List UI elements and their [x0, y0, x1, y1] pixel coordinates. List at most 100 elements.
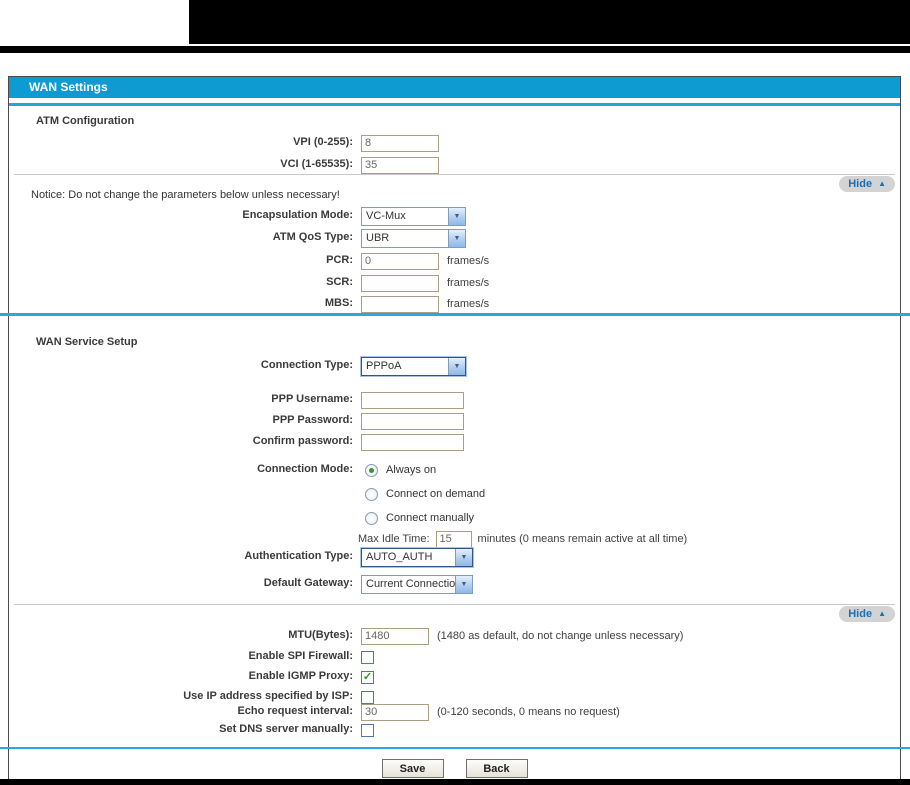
- connection-mode-row: Connection Mode: Always on: [9, 460, 900, 480]
- chevron-down-icon: ▼: [448, 229, 465, 247]
- scr-input[interactable]: [361, 274, 439, 292]
- vpi-label: VPI (0-255):: [293, 136, 353, 148]
- scr-row: SCR: frames/s: [9, 273, 900, 293]
- qos-row: ATM QoS Type: UBR ▼: [9, 228, 900, 248]
- connect-on-demand-radio[interactable]: [365, 487, 378, 501]
- always-on-label: Always on: [386, 464, 437, 476]
- page-title: WAN Settings: [9, 77, 900, 98]
- wan-settings-page: WAN Settings ATM Configuration VPI (0-25…: [0, 0, 910, 785]
- settings-panel: WAN Settings ATM Configuration VPI (0-25…: [8, 76, 901, 781]
- max-idle-hint: minutes (0 means remain active at all ti…: [477, 533, 688, 545]
- echo-interval-label: Echo request interval:: [237, 705, 353, 717]
- echo-interval-row: Echo request interval: (0-120 seconds, 0…: [9, 702, 900, 722]
- mbs-row: MBS: frames/s: [9, 294, 900, 314]
- connection-type-select[interactable]: PPPoA ▼: [360, 355, 467, 377]
- authentication-label: Authentication Type:: [244, 550, 353, 562]
- connect-manually-radio[interactable]: [365, 511, 378, 525]
- dns-manual-checkbox[interactable]: [361, 723, 374, 737]
- confirm-password-input[interactable]: [361, 433, 464, 451]
- hide-atm-button[interactable]: Hide ▲: [839, 176, 895, 192]
- max-idle-row: Max Idle Time: minutes (0 means remain a…: [9, 529, 900, 549]
- scr-unit: frames/s: [447, 277, 490, 289]
- back-button[interactable]: Back: [465, 759, 528, 778]
- hide-advanced-button[interactable]: Hide ▲: [839, 606, 895, 622]
- encapsulation-label: Encapsulation Mode:: [242, 209, 353, 221]
- spi-firewall-label: Enable SPI Firewall:: [248, 650, 353, 662]
- connect-on-demand-label: Connect on demand: [386, 488, 486, 500]
- scr-label: SCR:: [326, 276, 353, 288]
- bottom-bar: [0, 779, 910, 785]
- ppp-username-input[interactable]: [361, 391, 464, 409]
- ppp-password-input[interactable]: [361, 412, 464, 430]
- mtu-input[interactable]: [361, 627, 429, 645]
- mbs-unit: frames/s: [447, 298, 490, 310]
- pcr-label: PCR:: [326, 254, 353, 266]
- qos-label: ATM QoS Type:: [272, 231, 353, 243]
- confirm-password-row: Confirm password:: [9, 432, 900, 452]
- dns-manual-row: Set DNS server manually:: [9, 720, 900, 740]
- dns-manual-label: Set DNS server manually:: [219, 723, 353, 735]
- default-gateway-row: Default Gateway: Current Connection ▼: [9, 574, 900, 594]
- chevron-down-icon: ▼: [448, 207, 465, 225]
- isp-ip-label: Use IP address specified by ISP:: [183, 690, 353, 702]
- pcr-unit: frames/s: [447, 255, 490, 267]
- confirm-password-label: Confirm password:: [252, 435, 353, 447]
- connection-type-label: Connection Type:: [260, 359, 353, 371]
- ppp-username-label: PPP Username:: [271, 393, 353, 405]
- pcr-row: PCR: frames/s: [9, 251, 900, 271]
- igmp-proxy-checkbox[interactable]: [361, 670, 374, 684]
- action-buttons: Save Back: [9, 759, 900, 778]
- vpi-row: VPI (0-255):: [9, 133, 900, 153]
- default-gateway-select[interactable]: Current Connection ▼: [361, 574, 473, 594]
- ppp-username-row: PPP Username:: [9, 390, 900, 410]
- connect-manually-row: Connect manually: [9, 508, 900, 528]
- chevron-down-icon: ▼: [448, 357, 465, 375]
- authentication-row: Authentication Type: AUTO_AUTH ▼: [9, 546, 900, 568]
- encapsulation-select[interactable]: VC-Mux ▼: [361, 206, 466, 226]
- section-divider-line: [0, 313, 910, 316]
- title-underline: [9, 103, 900, 106]
- connect-on-demand-row: Connect on demand: [9, 484, 900, 504]
- banner-underline: [0, 46, 910, 53]
- encapsulation-row: Encapsulation Mode: VC-Mux ▼: [9, 206, 900, 226]
- always-on-radio[interactable]: [365, 463, 378, 477]
- mbs-label: MBS:: [324, 297, 353, 309]
- igmp-proxy-label: Enable IGMP Proxy:: [248, 670, 353, 682]
- separator: [14, 174, 895, 175]
- connection-mode-label: Connection Mode:: [257, 463, 353, 475]
- vci-row: VCI (1-65535):: [9, 155, 900, 175]
- mbs-input[interactable]: [361, 295, 439, 313]
- atm-section-heading: ATM Configuration: [36, 115, 135, 127]
- echo-interval-input[interactable]: [361, 703, 429, 721]
- separator: [14, 604, 895, 605]
- vci-label: VCI (1-65535):: [280, 158, 353, 170]
- notice-text: Notice: Do not change the parameters bel…: [31, 189, 340, 201]
- collapse-up-icon: ▲: [878, 179, 886, 188]
- authentication-select[interactable]: AUTO_AUTH ▼: [360, 546, 474, 568]
- collapse-up-icon: ▲: [878, 609, 886, 618]
- mtu-hint: (1480 as default, do not change unless n…: [437, 630, 684, 642]
- spi-firewall-checkbox[interactable]: [361, 650, 374, 664]
- mtu-label: MTU(Bytes):: [288, 629, 353, 641]
- igmp-proxy-row: Enable IGMP Proxy:: [9, 667, 900, 687]
- chevron-down-icon: ▼: [455, 548, 472, 566]
- pcr-input[interactable]: [361, 252, 439, 270]
- footer-divider-line: [0, 747, 910, 749]
- mtu-row: MTU(Bytes): (1480 as default, do not cha…: [9, 626, 900, 646]
- ppp-password-label: PPP Password:: [272, 414, 354, 426]
- wan-section-heading: WAN Service Setup: [36, 336, 138, 348]
- default-gateway-label: Default Gateway:: [263, 577, 353, 589]
- connection-type-row: Connection Type: PPPoA ▼: [9, 355, 900, 377]
- chevron-down-icon: ▼: [455, 575, 472, 593]
- qos-select[interactable]: UBR ▼: [361, 228, 466, 248]
- top-banner: [189, 0, 910, 44]
- connect-manually-label: Connect manually: [386, 512, 475, 524]
- max-idle-input[interactable]: [435, 530, 472, 548]
- max-idle-label: Max Idle Time:: [358, 533, 430, 545]
- vpi-input[interactable]: [361, 134, 439, 152]
- echo-interval-hint: (0-120 seconds, 0 means no request): [437, 706, 620, 718]
- ppp-password-row: PPP Password:: [9, 411, 900, 431]
- spi-firewall-row: Enable SPI Firewall:: [9, 647, 900, 667]
- save-button[interactable]: Save: [381, 759, 444, 778]
- vci-input[interactable]: [361, 156, 439, 174]
